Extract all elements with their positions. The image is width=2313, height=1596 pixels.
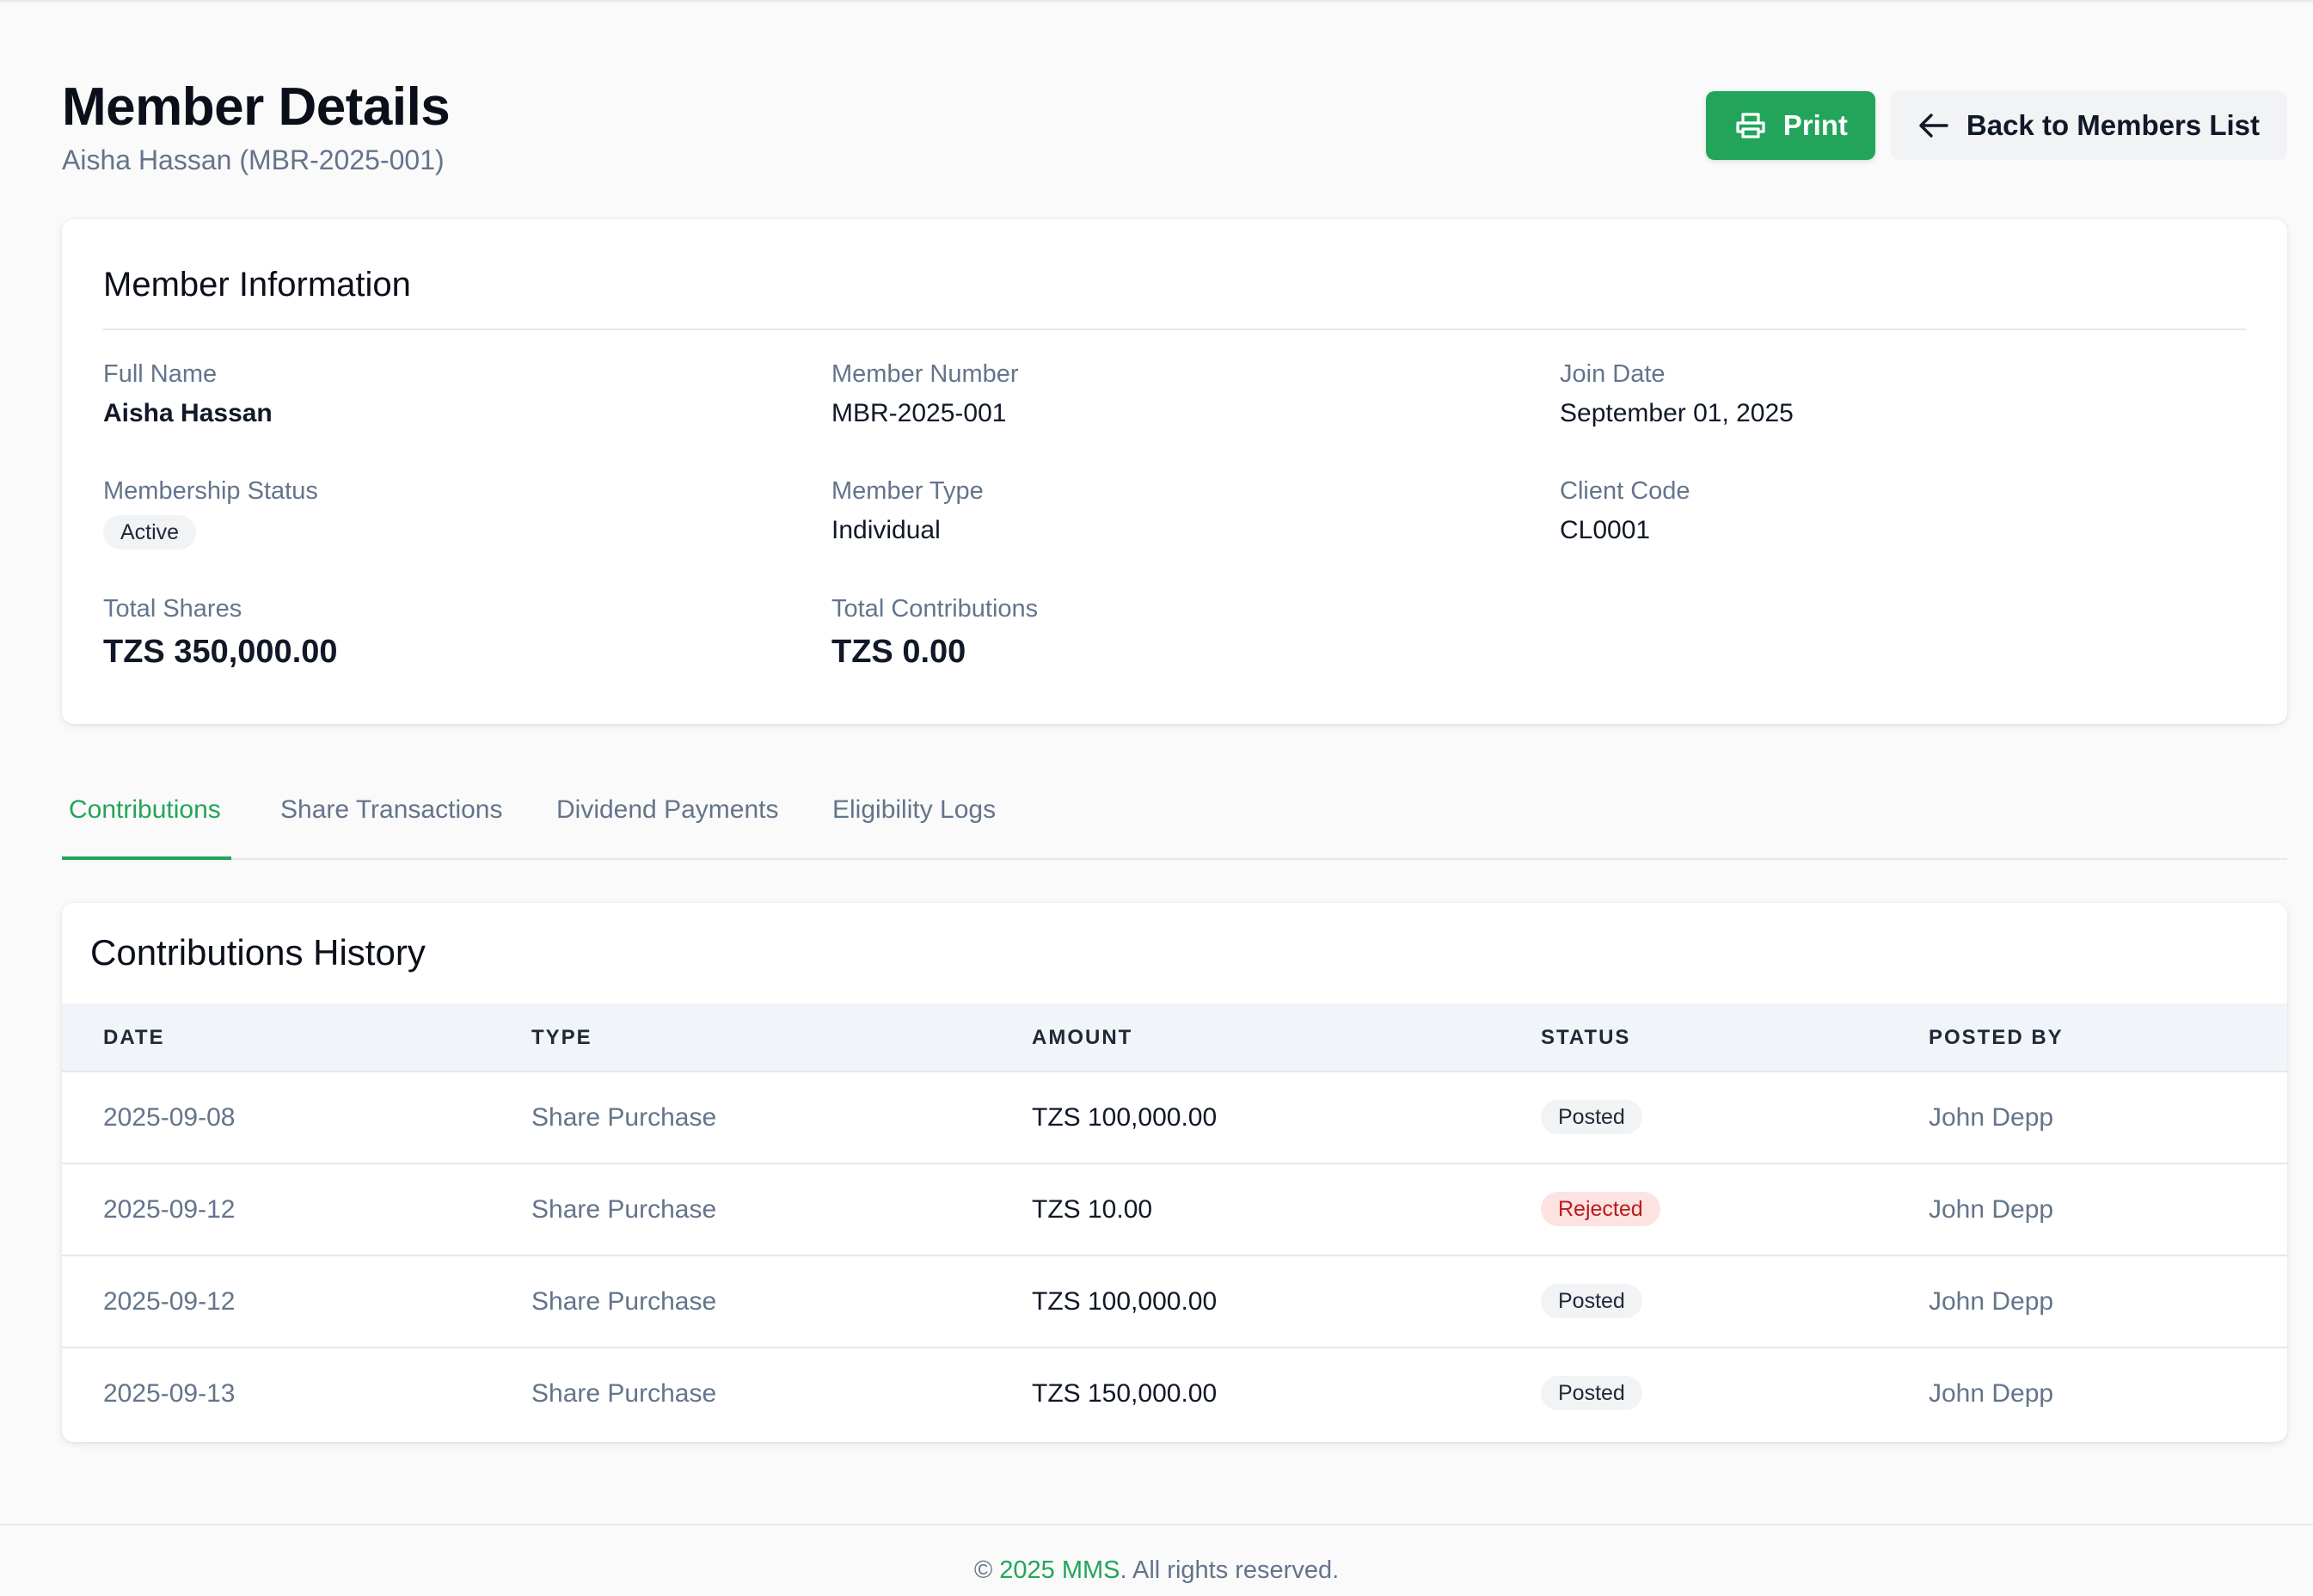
table-row[interactable]: 2025-09-12 Share Purchase TZS 10.00 Reje… xyxy=(62,1164,2287,1256)
status-badge: Posted xyxy=(1541,1284,1642,1318)
cell-type: Share Purchase xyxy=(531,1287,717,1316)
cell-posted-by: John Depp xyxy=(1929,1195,2054,1224)
field-label: Client Code xyxy=(1560,477,1690,505)
cell-amount: TZS 100,000.00 xyxy=(1032,1103,1218,1132)
active-tab-indicator xyxy=(62,856,231,860)
member-information-card: Member Information Full Name Aisha Hassa… xyxy=(62,219,2287,724)
field-total-contributions: Total Contributions TZS 0.00 xyxy=(831,593,1519,670)
status-badge: Posted xyxy=(1541,1376,1642,1410)
field-value: Individual xyxy=(831,516,941,544)
table-header: DATE TYPE AMOUNT STATUS POSTED BY xyxy=(62,1004,2287,1072)
column-header-type: TYPE xyxy=(531,1026,592,1049)
field-full-name: Full Name Aisha Hassan xyxy=(103,359,791,429)
cell-amount: TZS 10.00 xyxy=(1032,1195,1153,1224)
table-row[interactable]: 2025-09-13 Share Purchase TZS 150,000.00… xyxy=(62,1348,2287,1440)
print-button-label: Print xyxy=(1782,109,1848,141)
back-button-label: Back to Members List xyxy=(1966,109,2260,141)
print-button[interactable]: Print xyxy=(1705,91,1875,160)
back-to-members-button[interactable]: Back to Members List xyxy=(1890,91,2287,160)
contributions-history-card: Contributions History DATE TYPE AMOUNT S… xyxy=(62,903,2287,1442)
cell-posted-by: John Depp xyxy=(1929,1287,2054,1316)
cell-amount: TZS 150,000.00 xyxy=(1032,1379,1218,1408)
field-membership-status: Membership Status Active xyxy=(103,476,791,549)
status-badge: Active xyxy=(103,515,197,549)
field-label: Total Contributions xyxy=(831,595,1039,623)
field-value: TZS 0.00 xyxy=(831,634,966,670)
tab-eligibility-logs[interactable]: Eligibility Logs xyxy=(832,795,996,825)
cell-date: 2025-09-08 xyxy=(103,1103,236,1132)
field-value: September 01, 2025 xyxy=(1560,399,1794,427)
top-shadow xyxy=(0,0,2313,3)
tab-share-transactions[interactable]: Share Transactions xyxy=(280,795,502,825)
field-label: Member Type xyxy=(831,477,984,505)
field-value: CL0001 xyxy=(1560,516,1651,544)
field-member-type: Member Type Individual xyxy=(831,476,1519,546)
field-label: Full Name xyxy=(103,360,218,388)
footer: © 2025 MMS. All rights reserved. xyxy=(0,1524,2313,1596)
tab-bar: Contributions Share Transactions Dividen… xyxy=(62,774,2287,860)
cell-type: Share Purchase xyxy=(531,1195,717,1224)
field-client-code: Client Code CL0001 xyxy=(1560,476,2248,546)
field-label: Total Shares xyxy=(103,595,242,623)
cell-type: Share Purchase xyxy=(531,1103,717,1132)
cell-type: Share Purchase xyxy=(531,1379,717,1408)
field-join-date: Join Date September 01, 2025 xyxy=(1560,359,2248,429)
table-row[interactable]: 2025-09-12 Share Purchase TZS 100,000.00… xyxy=(62,1256,2287,1348)
footer-brand-link[interactable]: 2025 MMS xyxy=(999,1556,1120,1584)
contributions-history-title: Contributions History xyxy=(90,932,426,973)
field-value: Aisha Hassan xyxy=(103,399,273,427)
cell-date: 2025-09-13 xyxy=(103,1379,236,1408)
member-information-title: Member Information xyxy=(103,266,411,304)
cell-posted-by: John Depp xyxy=(1929,1103,2054,1132)
field-value: MBR-2025-001 xyxy=(831,399,1007,427)
column-header-posted-by: POSTED BY xyxy=(1929,1026,2064,1049)
tab-dividend-payments[interactable]: Dividend Payments xyxy=(556,795,778,825)
field-value: TZS 350,000.00 xyxy=(103,634,338,670)
copyright-prefix: © xyxy=(973,1556,1000,1584)
status-badge: Posted xyxy=(1541,1100,1642,1134)
page-header: Member Details Aisha Hassan (MBR-2025-00… xyxy=(62,77,2287,181)
copyright-text: © 2025 MMS. All rights reserved. xyxy=(0,1556,2313,1585)
field-label: Join Date xyxy=(1560,360,1666,388)
cell-amount: TZS 100,000.00 xyxy=(1032,1287,1218,1316)
tab-contributions[interactable]: Contributions xyxy=(69,795,221,825)
column-header-amount: AMOUNT xyxy=(1032,1026,1133,1049)
card-divider xyxy=(103,328,2246,330)
field-label: Membership Status xyxy=(103,477,318,505)
table-row[interactable]: 2025-09-08 Share Purchase TZS 100,000.00… xyxy=(62,1072,2287,1164)
cell-posted-by: John Depp xyxy=(1929,1379,2054,1408)
status-badge: Rejected xyxy=(1541,1192,1660,1226)
column-header-date: DATE xyxy=(103,1026,165,1049)
header-actions: Print Back to Members List xyxy=(1705,91,2287,160)
field-label: Member Number xyxy=(831,360,1019,388)
arrow-left-icon xyxy=(1918,113,1949,138)
printer-icon xyxy=(1735,112,1766,139)
column-header-status: STATUS xyxy=(1541,1026,1631,1049)
copyright-suffix: . All rights reserved. xyxy=(1120,1556,1340,1584)
cell-date: 2025-09-12 xyxy=(103,1195,236,1224)
field-member-number: Member Number MBR-2025-001 xyxy=(831,359,1519,429)
field-total-shares: Total Shares TZS 350,000.00 xyxy=(103,593,791,670)
cell-date: 2025-09-12 xyxy=(103,1287,236,1316)
